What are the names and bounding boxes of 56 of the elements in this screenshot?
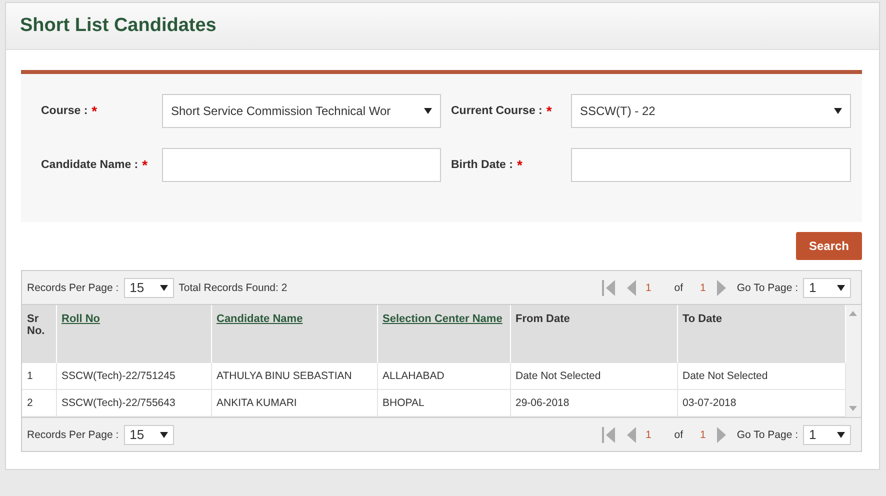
scrollbar[interactable] [846,305,861,417]
table-cell: Date Not Selected [677,363,845,390]
first-page-icon[interactable] [602,280,616,296]
table-cell: ATHULYA BINU SEBASTIAN [211,363,377,390]
next-page-icon[interactable] [716,280,726,296]
column-sort-link[interactable]: Roll No [62,313,100,325]
table-cell: ALLAHABAD [377,363,510,390]
go-to-page-label: Go To Page : [736,282,798,294]
current-page: 1 [645,282,652,294]
page-title: Short List Candidates [20,15,216,37]
total-pages: 1 [700,282,706,294]
input-field[interactable] [571,148,851,182]
go-to-page-label: Go To Page : [736,428,798,440]
per-page-dropdown[interactable]: 15 [124,424,174,444]
required-mark: * [516,157,522,173]
go-to-page-dropdown[interactable]: 1 [803,278,851,298]
dropdown[interactable]: Short Service Commission Technical Wor [162,94,441,128]
total-pages: 1 [700,428,706,440]
column-sort-link[interactable]: Selection Center Name [382,313,502,325]
column-header: Sr No. [27,313,45,337]
records-label: Records Per Page : [27,282,119,294]
dropdown[interactable]: SSCW(T) - 22 [571,94,851,128]
scroll-up-icon[interactable] [849,311,858,316]
per-page-dropdown[interactable]: 15 [124,278,174,298]
current-page: 1 [645,428,652,440]
search-button[interactable]: Search [796,232,862,260]
field-label: Course : [41,105,88,117]
column-sort-link[interactable]: Candidate Name [216,313,303,325]
caret-icon [837,432,845,438]
field-label: Current Course : [451,105,542,117]
caret-icon [424,108,432,114]
caret-icon [160,432,168,438]
go-to-page-dropdown[interactable]: 1 [803,424,851,444]
table-cell: 1 [22,363,56,390]
total-records: Total Records Found: 2 [178,282,288,294]
of-label: of [674,428,684,440]
caret-icon [837,284,845,290]
of-label: of [674,282,684,294]
required-mark: * [142,157,148,173]
required-mark: * [92,103,98,119]
column-header: To Date [682,313,722,325]
previous-page-icon[interactable] [627,280,636,296]
caret-icon [160,284,168,290]
next-page-icon[interactable] [716,426,726,442]
caret-icon [834,108,842,114]
field-label: Birth Date : [451,159,513,171]
first-page-icon[interactable] [602,426,616,442]
input-field[interactable] [162,148,441,182]
field-label: Candidate Name : [41,159,138,171]
records-label: Records Per Page : [27,428,119,440]
table-cell: SSCW(Tech)-22/751245 [56,363,211,390]
scroll-down-icon[interactable] [849,406,858,411]
required-mark: * [546,103,552,119]
previous-page-icon[interactable] [627,426,636,442]
column-header: From Date [516,313,570,325]
table-cell: Date Not Selected [510,363,677,390]
